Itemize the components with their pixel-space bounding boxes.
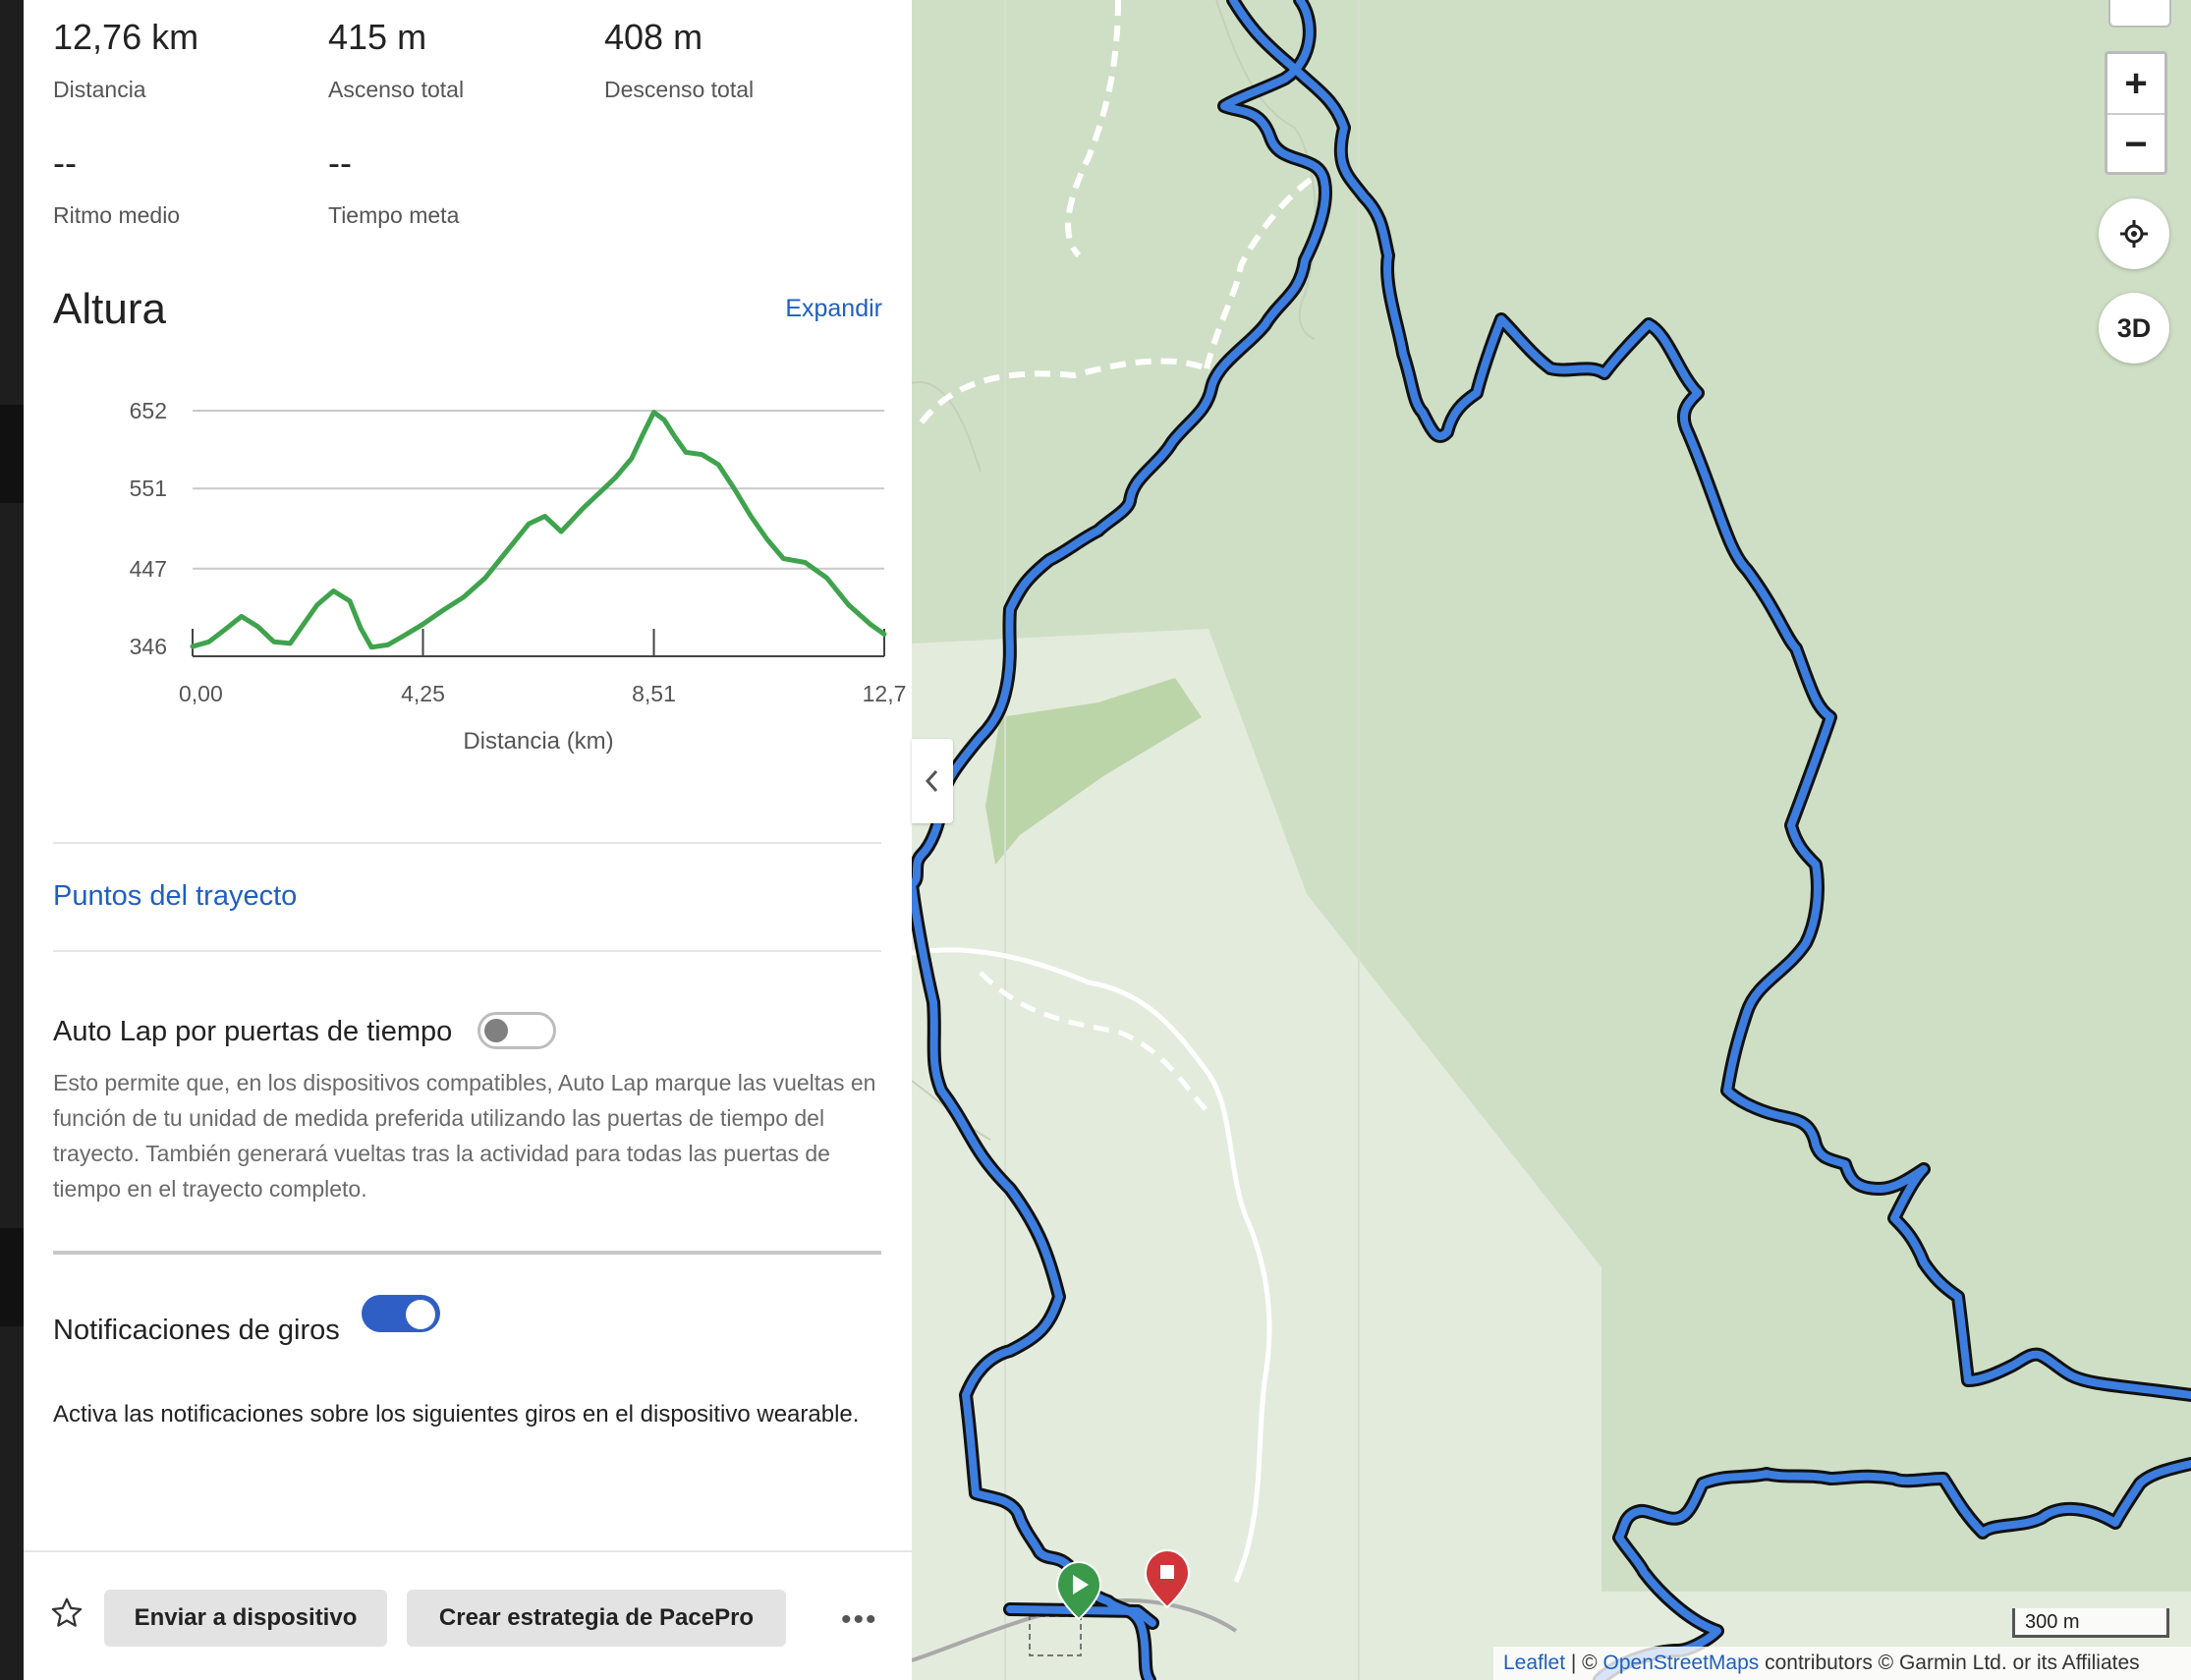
stat-label: Ascenso total: [328, 77, 465, 102]
x-tick-label: 8,51: [632, 681, 676, 706]
course-details-panel: 12,76 km Distancia 415 m Ascenso total 4…: [24, 0, 912, 1680]
osm-link[interactable]: OpenStreetMaps: [1603, 1652, 1760, 1674]
leaflet-link[interactable]: Leaflet: [1503, 1652, 1565, 1674]
y-tick-label: 652: [130, 398, 167, 423]
stat-value: --: [328, 142, 352, 183]
stat-label: Tiempo meta: [328, 202, 460, 228]
stat-goal-time: -- Tiempo meta: [328, 145, 459, 229]
map-layers-control[interactable]: [2108, 0, 2171, 28]
x-tick-label: 12,7: [863, 681, 907, 706]
autolap-toggle[interactable]: [478, 1012, 556, 1049]
stat-label: Ritmo medio: [53, 202, 181, 228]
more-options-icon[interactable]: •••: [841, 1605, 878, 1635]
3d-view-button[interactable]: 3D: [2099, 293, 2169, 364]
map-view[interactable]: [912, 0, 2191, 1680]
send-to-device-button[interactable]: Enviar a dispositivo: [104, 1590, 387, 1647]
x-tick-label: 4,25: [401, 681, 445, 706]
autolap-description: Esto permite que, en los dispositivos co…: [53, 1070, 876, 1202]
locate-icon: [2120, 220, 2148, 248]
star-icon[interactable]: [49, 1596, 84, 1631]
collapse-panel-button[interactable]: [912, 739, 953, 823]
elevation-chart: 652 551 447 346 0,00 4,25 8,51 12,7 Distancia (k…: [130, 398, 907, 755]
zoom-in-button[interactable]: +: [2107, 54, 2164, 113]
stat-descent: 408 m Descenso total: [604, 20, 754, 103]
divider: [53, 950, 881, 952]
map-attribution: Leaflet | © OpenStreetMaps contributors …: [1493, 1647, 2191, 1680]
zoom-control: + −: [2105, 51, 2167, 175]
elevation-title: Altura: [53, 285, 166, 333]
x-tick-label: 0,00: [179, 681, 223, 706]
elevation-series-line: [190, 410, 887, 650]
stat-label: Distancia: [53, 77, 146, 102]
autolap-label: Auto Lap por puertas de tiempo: [53, 1016, 453, 1047]
stat-value: 415 m: [328, 17, 427, 57]
x-axis-label: Distancia (km): [463, 728, 613, 755]
stat-avg-pace: -- Ritmo medio: [53, 145, 180, 229]
divider: [53, 1251, 881, 1255]
finish-marker-icon[interactable]: [1144, 1548, 1191, 1609]
locate-button[interactable]: [2099, 198, 2169, 269]
turn-notifications-description: Activa las notificaciones sobre los sigu…: [53, 1401, 860, 1428]
chevron-left-icon: [925, 769, 938, 793]
divider: [53, 842, 881, 844]
toggle-knob: [406, 1300, 435, 1329]
stat-value: 408 m: [604, 17, 703, 57]
map-canvas[interactable]: [912, 0, 2191, 1680]
attribution-text: contributors © Garmin Ltd. or its Affili…: [1759, 1652, 2140, 1674]
turn-notifications-label: Notificaciones de giros: [53, 1315, 340, 1346]
stat-value: 12,76 km: [53, 17, 199, 57]
scale-bar: 300 m: [2012, 1608, 2169, 1638]
stat-ascent: 415 m Ascenso total: [328, 20, 464, 103]
window-edge: [0, 0, 24, 1680]
y-tick-label: 551: [130, 476, 167, 501]
y-tick-label: 346: [130, 634, 167, 659]
stat-value: --: [53, 142, 77, 183]
stat-label: Descenso total: [604, 77, 755, 102]
zoom-out-button[interactable]: −: [2107, 115, 2164, 174]
expand-chart-link[interactable]: Expandir: [785, 295, 882, 323]
waypoints-link[interactable]: Puntos del trayecto: [53, 880, 297, 913]
attribution-separator: | ©: [1565, 1652, 1603, 1674]
toggle-knob: [484, 1019, 508, 1042]
turn-notifications-toggle[interactable]: [362, 1295, 440, 1332]
create-pacepro-button[interactable]: Crear estrategia de PacePro: [407, 1590, 786, 1647]
action-footer: Enviar a dispositivo Crear estrategia de…: [24, 1550, 912, 1680]
y-tick-label: 447: [130, 556, 167, 582]
stat-distance: 12,76 km Distancia: [53, 20, 198, 103]
